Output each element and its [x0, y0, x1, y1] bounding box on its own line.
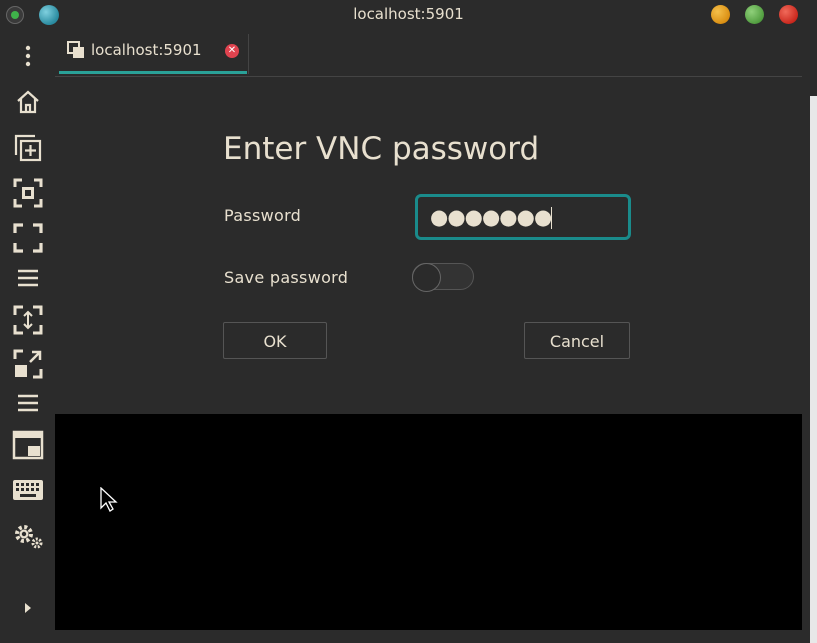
list-icon[interactable]: [10, 260, 46, 296]
fit-window-icon[interactable]: [10, 175, 46, 211]
dialog-title: Enter VNC password: [223, 131, 540, 167]
remote-display[interactable]: [55, 414, 802, 630]
mouse-cursor-icon: [100, 487, 118, 512]
expand-icon[interactable]: [10, 346, 46, 382]
bottom-strip: [55, 630, 802, 643]
close-window-button[interactable]: [779, 5, 798, 24]
save-password-label: Save password: [224, 268, 349, 287]
minimize-button[interactable]: [711, 5, 730, 24]
cancel-button[interactable]: Cancel: [524, 322, 630, 359]
triangle-right-icon[interactable]: [10, 590, 46, 626]
maximize-button[interactable]: [745, 5, 764, 24]
background-window-edge: [810, 96, 817, 643]
tab-divider: [248, 34, 249, 74]
tab-label: localhost:5901: [91, 41, 202, 59]
kebab-menu-icon[interactable]: [10, 38, 46, 74]
scale-icon[interactable]: [10, 302, 46, 338]
keyboard-icon[interactable]: [10, 472, 46, 508]
vnc-password-dialog: Enter VNC password Password ●●●●●●● Save…: [55, 77, 802, 414]
text-caret: [551, 207, 553, 229]
tab-bar: localhost:5901 ✕: [55, 30, 802, 77]
sidebar: [0, 30, 55, 643]
window-title: localhost:5901: [353, 5, 464, 23]
gear-icon[interactable]: [10, 518, 46, 554]
window-icon: [67, 41, 85, 63]
password-value: ●●●●●●●: [430, 205, 552, 229]
tab-localhost[interactable]: localhost:5901 ✕: [59, 30, 247, 74]
password-label: Password: [224, 206, 302, 225]
list-icon-2[interactable]: [10, 385, 46, 421]
ok-button[interactable]: OK: [223, 322, 327, 359]
save-password-toggle[interactable]: [412, 263, 474, 292]
toggle-knob: [412, 263, 441, 292]
new-tab-icon[interactable]: [10, 130, 46, 166]
fullscreen-icon[interactable]: [10, 220, 46, 256]
picture-in-picture-icon[interactable]: [10, 427, 46, 463]
window-titlebar: localhost:5901: [0, 0, 817, 30]
home-icon[interactable]: [10, 84, 46, 120]
password-input[interactable]: ●●●●●●●: [415, 194, 631, 240]
close-tab-icon[interactable]: ✕: [225, 44, 239, 58]
